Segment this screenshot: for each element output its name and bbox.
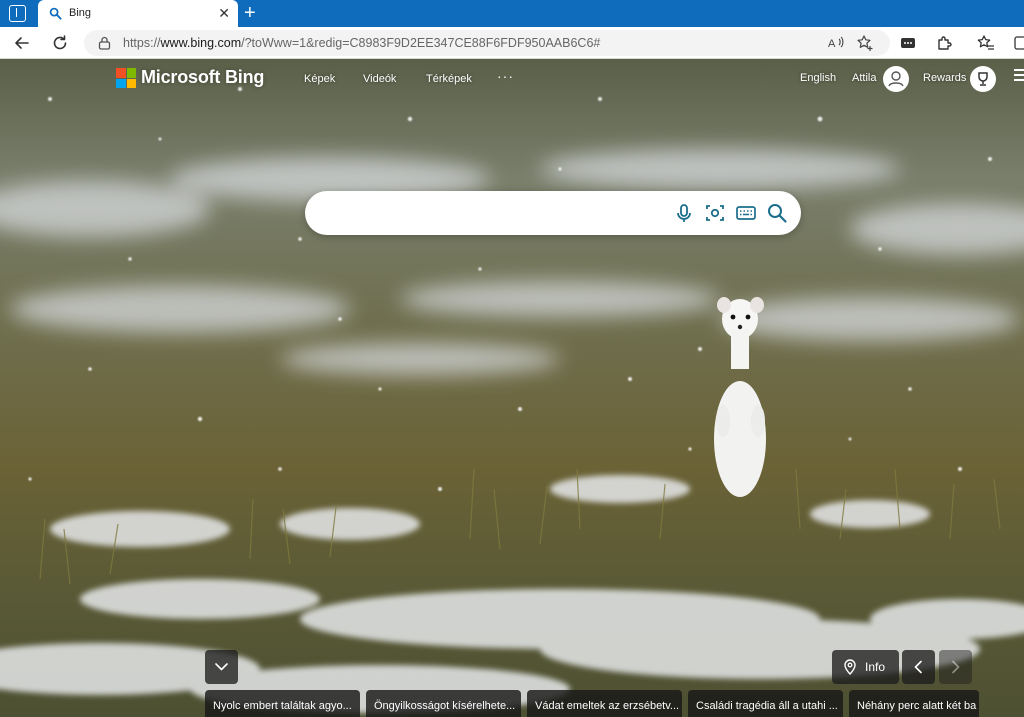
background-photo — [0, 59, 1024, 717]
chevron-down-icon — [215, 663, 228, 671]
bing-header: Microsoft Bing Képek Videók Térképek ···… — [0, 59, 1024, 99]
news-card[interactable]: Öngyilkosságot kísérelhete... — [366, 690, 521, 717]
url-host: www.bing.com — [160, 36, 242, 50]
address-bar[interactable]: https://www.bing.com/?toWww=1&redig=C898… — [84, 30, 890, 56]
rewards-label[interactable]: Rewards — [923, 72, 966, 84]
new-tab-button[interactable]: + — [244, 1, 256, 25]
news-card[interactable]: Nyolc embert találtak agyo... — [205, 690, 360, 717]
extension-icon[interactable] — [898, 33, 918, 53]
favorites-icon[interactable] — [976, 33, 996, 53]
news-card[interactable]: Néhány perc alatt két ba — [849, 690, 979, 717]
news-carousel: Nyolc embert találtak agyo... Öngyilkoss… — [205, 690, 1024, 717]
extensions-puzzle-icon[interactable] — [934, 33, 954, 53]
read-aloud-icon[interactable]: A — [827, 34, 845, 52]
microsoft-logo-icon[interactable] — [116, 68, 136, 88]
previous-image-button[interactable] — [902, 650, 935, 684]
address-toolbar: https://www.bing.com/?toWww=1&redig=C898… — [0, 27, 1024, 59]
tab-title: Bing — [69, 7, 92, 19]
news-card[interactable]: Vádat emeltek az erzsébetv... — [527, 690, 682, 717]
chevron-left-icon — [914, 660, 922, 674]
news-card[interactable]: Családi tragédia áll a utahi ... — [688, 690, 843, 717]
rewards-trophy-icon[interactable] — [970, 66, 996, 92]
user-name[interactable]: Attila — [852, 72, 876, 84]
scroll-down-button[interactable] — [205, 650, 238, 684]
next-image-button[interactable] — [939, 650, 972, 684]
keyboard-icon[interactable] — [735, 202, 757, 224]
location-pin-icon — [844, 659, 856, 675]
bing-search-favicon-icon — [49, 7, 62, 20]
refresh-icon[interactable] — [50, 33, 70, 53]
search-box[interactable] — [305, 191, 801, 235]
search-input[interactable] — [327, 202, 667, 224]
browser-tab-strip: Bing ✕ + — [0, 0, 1024, 27]
url-text[interactable]: https://www.bing.com/?toWww=1&redig=C898… — [123, 36, 600, 50]
url-protocol: https:// — [123, 36, 161, 50]
microphone-icon[interactable] — [673, 202, 695, 224]
bing-homepage: Microsoft Bing Képek Videók Térképek ···… — [0, 59, 1024, 717]
collections-icon[interactable] — [1012, 33, 1024, 53]
info-button[interactable]: Info — [832, 650, 899, 684]
chevron-right-icon — [952, 660, 960, 674]
svg-text:A: A — [828, 38, 836, 50]
tab-actions-icon[interactable] — [9, 5, 26, 22]
nav-maps[interactable]: Térképek — [426, 73, 472, 85]
close-tab-icon[interactable]: ✕ — [218, 5, 230, 21]
hamburger-menu-icon[interactable] — [1014, 69, 1024, 83]
add-favorite-icon[interactable] — [856, 34, 874, 52]
more-menu-icon[interactable]: ··· — [497, 68, 514, 84]
nav-videos[interactable]: Videók — [363, 73, 396, 85]
brand-name[interactable]: Microsoft Bing — [141, 67, 264, 88]
nav-images[interactable]: Képek — [304, 73, 335, 85]
lock-icon[interactable] — [98, 36, 111, 50]
info-label: Info — [865, 660, 886, 674]
visual-search-icon[interactable] — [704, 202, 726, 224]
back-arrow-icon[interactable] — [12, 33, 32, 53]
tab-bing[interactable]: Bing ✕ — [38, 0, 238, 27]
user-icon — [888, 71, 904, 87]
language-link[interactable]: English — [800, 72, 836, 84]
search-icon[interactable] — [766, 202, 788, 224]
url-path: /?toWww=1&redig=C8983F9D2EE347CE88F6FDF9… — [241, 36, 601, 50]
avatar[interactable] — [883, 66, 909, 92]
